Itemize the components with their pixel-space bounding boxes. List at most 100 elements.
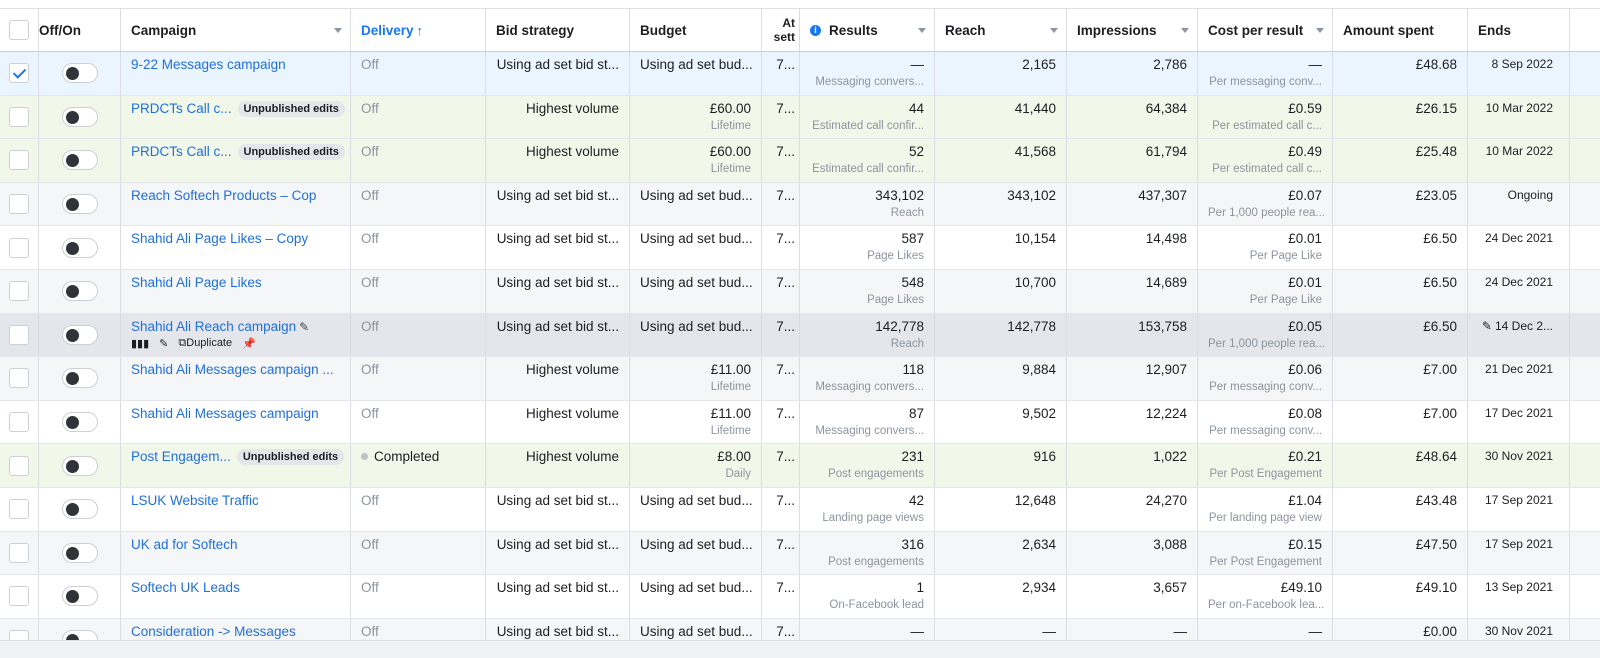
- campaign-name-link[interactable]: Shahid Ali Messages campaign ...: [131, 362, 334, 377]
- campaign-name-link[interactable]: Consideration -> Messages: [131, 624, 296, 639]
- table-row[interactable]: PRDCTs Call c... Unpublished edits Off Hi…: [0, 139, 1600, 183]
- ends-cell: 8 Sep 2022: [1468, 52, 1570, 95]
- col-reach[interactable]: Reach: [935, 9, 1067, 51]
- col-amount-spent[interactable]: Amount spent: [1333, 9, 1468, 51]
- cost-per-result-value: £1.04: [1288, 492, 1322, 508]
- campaign-cell: Shahid Ali Messages campaign ...: [121, 357, 351, 400]
- toggle-knob: [65, 372, 79, 386]
- amount-spent-value: £47.50: [1415, 536, 1457, 552]
- campaign-toggle[interactable]: [61, 150, 98, 171]
- bid-strategy-value: Using ad set bid st...: [496, 57, 619, 72]
- campaign-name-link[interactable]: Softech UK Leads: [131, 580, 240, 595]
- attribution-value: 7...: [776, 449, 795, 465]
- campaign-name-link[interactable]: PRDCTs Call c...: [131, 144, 232, 159]
- col-budget[interactable]: Budget: [630, 9, 762, 51]
- col-ends[interactable]: Ends: [1468, 9, 1570, 51]
- select-all-checkbox[interactable]: [9, 20, 29, 40]
- row-checkbox[interactable]: [9, 150, 29, 171]
- chevron-down-icon[interactable]: [918, 28, 926, 33]
- row-checkbox[interactable]: [9, 499, 29, 520]
- campaign-name-link[interactable]: 9-22 Messages campaign: [131, 57, 286, 72]
- table-row[interactable]: Shahid Ali Messages campaign ... Off Hig…: [0, 357, 1600, 401]
- campaign-name-link[interactable]: PRDCTs Call c...: [131, 101, 232, 116]
- campaign-name-link[interactable]: Post Engagem...: [131, 449, 231, 464]
- row-checkbox[interactable]: [9, 412, 29, 433]
- delivery-cell: Off: [351, 313, 486, 357]
- duplicate-button[interactable]: ⧉Duplicate: [178, 337, 232, 350]
- campaign-name-link[interactable]: UK ad for Softech: [131, 537, 238, 552]
- campaign-toggle[interactable]: [61, 237, 98, 258]
- ends-value-wrap: 10 Mar 2022: [1478, 101, 1553, 115]
- table-row[interactable]: Softech UK Leads Off Using ad set bid st…: [0, 575, 1600, 619]
- row-checkbox[interactable]: [9, 194, 29, 215]
- campaign-toggle[interactable]: [61, 106, 98, 127]
- row-checkbox[interactable]: [9, 63, 29, 84]
- results-type: On-Facebook lead: [829, 599, 924, 612]
- campaign-toggle[interactable]: [61, 542, 98, 563]
- campaign-toggle[interactable]: [61, 324, 98, 345]
- table-row[interactable]: Shahid Ali Page Likes – Copy Off Using a…: [0, 226, 1600, 270]
- chevron-down-icon[interactable]: [1181, 28, 1189, 33]
- col-results[interactable]: i Results: [800, 9, 935, 51]
- campaign-name-link[interactable]: Shahid Ali Page Likes – Copy: [131, 231, 308, 246]
- campaign-name-link[interactable]: LSUK Website Traffic: [131, 493, 259, 508]
- table-row[interactable]: Post Engagem... Unpublished edits Complet…: [0, 444, 1600, 488]
- table-row[interactable]: Shahid Ali Page Likes Off Using ad set b…: [0, 269, 1600, 314]
- reach-value: 41,440: [1014, 100, 1056, 116]
- col-cost-per-result[interactable]: Cost per result: [1198, 9, 1333, 51]
- view-charts-icon[interactable]: ▮▮▮: [131, 337, 149, 350]
- campaign-toggle[interactable]: [61, 368, 98, 389]
- pin-icon[interactable]: 📌: [242, 337, 256, 350]
- campaign-toggle[interactable]: [61, 586, 98, 607]
- col-attribution[interactable]: At sett: [762, 9, 800, 51]
- campaign-name-link[interactable]: Shahid Ali Reach campaign: [131, 319, 296, 334]
- edit-icon[interactable]: ✎: [159, 337, 168, 350]
- table-row[interactable]: LSUK Website Traffic Off Using ad set bi…: [0, 487, 1600, 532]
- table-row[interactable]: Shahid Ali Messages campaign Off Highest…: [0, 400, 1600, 445]
- reach-value: 9,884: [1022, 362, 1056, 378]
- campaign-toggle[interactable]: [61, 499, 98, 520]
- row-checkbox[interactable]: [9, 281, 29, 302]
- table-row[interactable]: Shahid Ali Reach campaign ✎ ▮▮▮ ✎ ⧉Duplic…: [0, 313, 1600, 358]
- col-impressions[interactable]: Impressions: [1067, 9, 1198, 51]
- table-row[interactable]: Reach Softech Products – Cop Off Using a…: [0, 182, 1600, 227]
- row-checkbox[interactable]: [9, 455, 29, 476]
- campaign-toggle[interactable]: [61, 63, 98, 84]
- row-checkbox[interactable]: [9, 237, 29, 258]
- attribution-value: 7...: [776, 580, 795, 596]
- row-checkbox[interactable]: [9, 106, 29, 127]
- horizontal-scrollbar[interactable]: [0, 640, 1600, 658]
- info-icon[interactable]: i: [810, 24, 821, 36]
- cost-per-result-cell: £1.04 Per landing page view: [1198, 487, 1333, 531]
- campaign-toggle[interactable]: [61, 281, 98, 302]
- edit-icon[interactable]: ✎: [1482, 319, 1492, 333]
- table-row[interactable]: PRDCTs Call c... Unpublished edits Off Hi…: [0, 95, 1600, 140]
- campaign-name-link[interactable]: Reach Softech Products – Cop: [131, 188, 316, 203]
- campaign-toggle[interactable]: [61, 412, 98, 433]
- reach-cell: 2,165: [935, 52, 1067, 95]
- campaign-toggle[interactable]: [61, 455, 98, 476]
- campaign-cell: PRDCTs Call c... Unpublished edits: [121, 139, 351, 182]
- delivery-cell: Off: [351, 182, 486, 226]
- col-bid-strategy[interactable]: Bid strategy: [486, 9, 630, 51]
- row-checkbox[interactable]: [9, 542, 29, 563]
- row-checkbox[interactable]: [9, 586, 29, 607]
- chevron-down-icon[interactable]: [1050, 28, 1058, 33]
- cost-per-result-value: £0.07: [1288, 187, 1322, 203]
- col-offon[interactable]: Off/On: [39, 9, 121, 51]
- bid-strategy-value: Using ad set bid st...: [496, 492, 619, 508]
- edit-icon[interactable]: ✎: [299, 320, 309, 334]
- chevron-down-icon[interactable]: [1316, 28, 1324, 33]
- results-cell: 42 Landing page views: [800, 487, 935, 531]
- row-checkbox[interactable]: [9, 368, 29, 389]
- row-checkbox[interactable]: [9, 324, 29, 345]
- campaign-toggle[interactable]: [61, 194, 98, 215]
- table-row[interactable]: 9-22 Messages campaign Off Using ad set …: [0, 52, 1600, 96]
- col-delivery[interactable]: Delivery ↑: [351, 9, 486, 51]
- chevron-down-icon[interactable]: [334, 28, 342, 33]
- campaign-name-link[interactable]: Shahid Ali Messages campaign: [131, 406, 319, 421]
- amount-spent-cell: £7.00: [1333, 357, 1468, 400]
- table-row[interactable]: UK ad for Softech Off Using ad set bid s…: [0, 531, 1600, 576]
- campaign-name-link[interactable]: Shahid Ali Page Likes: [131, 275, 262, 290]
- col-campaign[interactable]: Campaign: [121, 9, 351, 51]
